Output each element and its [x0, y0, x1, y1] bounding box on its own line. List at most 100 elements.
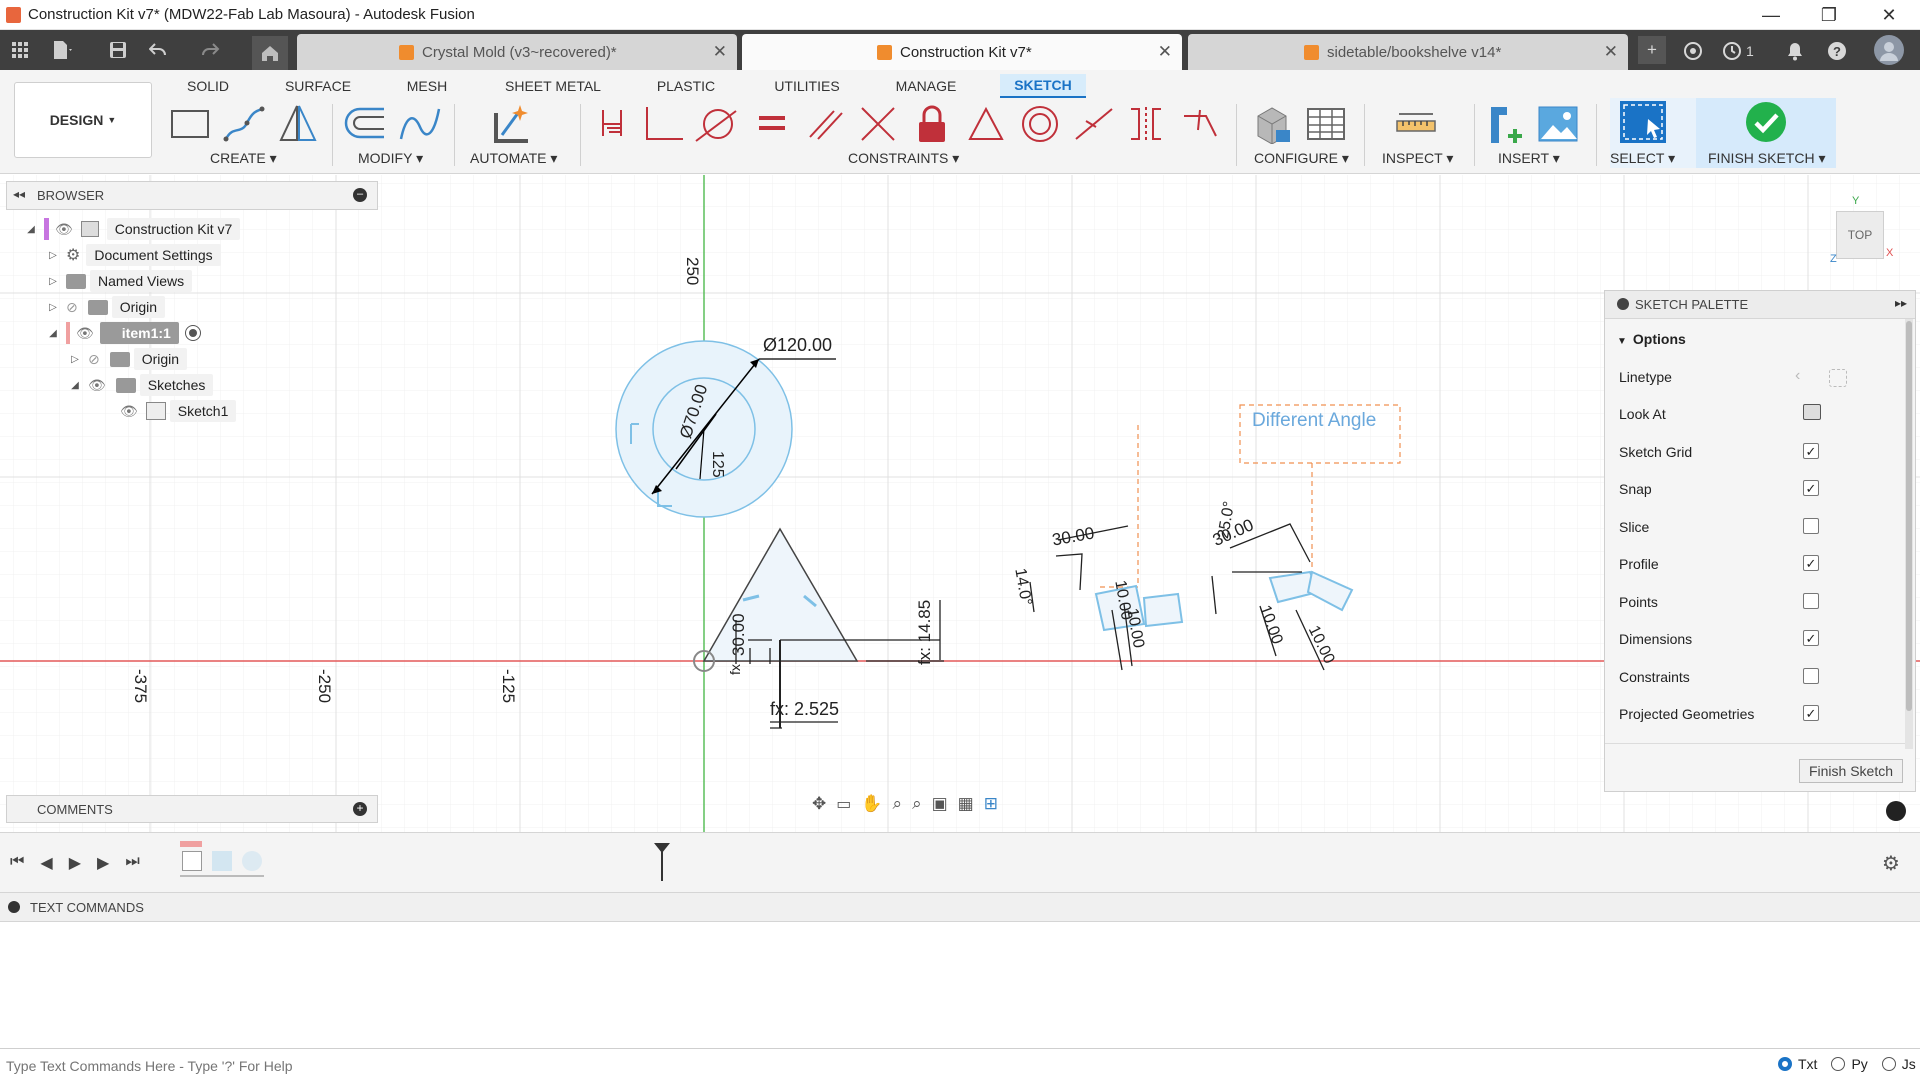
- concentric-icon[interactable]: [1018, 102, 1062, 146]
- tree-item-named-views[interactable]: ▷ Named Views: [24, 268, 364, 294]
- finish-sketch-menu[interactable]: FINISH SKETCH ▾: [1708, 150, 1826, 167]
- construction-linetype-icon[interactable]: ‹: [1795, 367, 1800, 385]
- curvature-icon[interactable]: [1178, 102, 1222, 146]
- user-avatar[interactable]: [1874, 35, 1904, 65]
- rectangle-icon[interactable]: [168, 102, 212, 146]
- py-mode-radio[interactable]: [1831, 1057, 1846, 1071]
- tab-plastic[interactable]: PLASTIC: [652, 74, 720, 98]
- expand-arrow-icon[interactable]: ◢: [24, 224, 38, 235]
- parallel-icon[interactable]: [804, 102, 848, 146]
- extensions-icon[interactable]: [1680, 38, 1706, 64]
- go-to-end-icon[interactable]: ⏭: [125, 853, 139, 873]
- step-back-icon[interactable]: ◀: [40, 853, 52, 873]
- points-checkbox[interactable]: [1803, 593, 1819, 609]
- expand-arrow-icon[interactable]: ◢: [68, 380, 82, 391]
- tab-sketch[interactable]: SKETCH: [1000, 74, 1086, 98]
- tab-surface[interactable]: SURFACE: [276, 74, 360, 98]
- tree-item-origin[interactable]: ▷ ⊘ Origin: [24, 294, 364, 320]
- insert-derive-icon[interactable]: [1484, 102, 1528, 146]
- add-comment-icon[interactable]: +: [353, 802, 367, 816]
- centerline-linetype-icon[interactable]: [1829, 369, 1847, 387]
- look-at-icon[interactable]: ▭: [836, 794, 851, 814]
- tangent-icon[interactable]: [694, 102, 738, 146]
- notifications-bell-icon[interactable]: [1782, 38, 1808, 64]
- go-to-start-icon[interactable]: ⏮: [10, 853, 24, 873]
- palette-expand-icon[interactable]: ▸▸: [1895, 296, 1907, 310]
- comments-panel-header[interactable]: COMMENTS +: [6, 795, 378, 823]
- close-tab-icon[interactable]: ✕: [713, 42, 727, 62]
- dim-fx-label[interactable]: fx: [727, 664, 743, 675]
- zoom-window-icon[interactable]: ⌕: [912, 794, 922, 814]
- close-tab-icon[interactable]: ✕: [1604, 42, 1618, 62]
- new-tab-plus-icon[interactable]: +: [1638, 36, 1666, 64]
- tree-item-root[interactable]: ◢ 👁 Construction Kit v7: [24, 216, 364, 242]
- pan-hand-icon[interactable]: ✋: [861, 794, 882, 814]
- expand-arrow-icon[interactable]: ▷: [46, 250, 60, 261]
- maximize-button[interactable]: ❐: [1800, 0, 1858, 30]
- dim-diameter-120[interactable]: Ø120.00: [763, 335, 832, 356]
- tab-utilities[interactable]: UTILITIES: [766, 74, 848, 98]
- visibility-eye-icon[interactable]: 👁: [88, 377, 106, 394]
- js-mode-radio[interactable]: [1881, 1057, 1896, 1071]
- snap-checkbox[interactable]: ✓: [1803, 480, 1819, 496]
- grid-settings-icon[interactable]: ▦: [958, 794, 974, 814]
- offset-icon[interactable]: [344, 102, 388, 146]
- hidden-eye-icon[interactable]: ⊘: [88, 351, 100, 368]
- display-settings-icon[interactable]: ▣: [932, 794, 948, 814]
- sketch-grid-checkbox[interactable]: ✓: [1803, 443, 1819, 459]
- redo-icon[interactable]: [196, 36, 224, 64]
- viewports-icon[interactable]: ⊞: [984, 794, 998, 814]
- text-commands-header[interactable]: TEXT COMMANDS: [0, 892, 1920, 922]
- dim-125[interactable]: 125: [708, 451, 726, 478]
- measure-icon[interactable]: [1394, 102, 1438, 146]
- dimension-icon[interactable]: [590, 102, 634, 146]
- expand-arrow-icon[interactable]: ▷: [46, 276, 60, 287]
- visibility-eye-icon[interactable]: 👁: [55, 221, 73, 238]
- look-at-calendar-icon[interactable]: [1803, 404, 1821, 420]
- save-icon[interactable]: [104, 36, 132, 64]
- expand-arrow-icon[interactable]: ◢: [46, 328, 60, 339]
- tree-item-component-origin[interactable]: ▷ ⊘ Origin: [24, 346, 364, 372]
- dim-fx-14-85[interactable]: fx: 14.85: [915, 600, 935, 665]
- palette-header[interactable]: SKETCH PALETTE ▸▸: [1605, 291, 1915, 319]
- insert-canvas-image-icon[interactable]: [1536, 102, 1580, 146]
- tab-mesh[interactable]: MESH: [400, 74, 454, 98]
- configure-menu[interactable]: CONFIGURE ▾: [1254, 150, 1349, 167]
- tab-solid[interactable]: SOLID: [178, 74, 238, 98]
- step-forward-icon[interactable]: ▶: [97, 853, 109, 873]
- txt-mode-radio[interactable]: [1778, 1057, 1792, 1071]
- zoom-icon[interactable]: ⌕: [893, 794, 903, 814]
- home-icon[interactable]: [252, 36, 288, 70]
- undo-icon[interactable]: [146, 36, 174, 64]
- browser-pin-icon[interactable]: –: [353, 188, 367, 202]
- status-indicator-icon[interactable]: [1886, 801, 1906, 821]
- dim-triangle-30[interactable]: 30.00: [729, 613, 749, 656]
- palette-collapse-icon[interactable]: [1617, 298, 1629, 310]
- symmetry-icon[interactable]: [1124, 102, 1168, 146]
- job-status-icon[interactable]: 1: [1722, 38, 1772, 64]
- tree-item-sketch1[interactable]: 👁 Sketch1: [24, 398, 364, 424]
- coincident-icon[interactable]: [642, 102, 686, 146]
- tree-item-document-settings[interactable]: ▷ ⚙ Document Settings: [24, 242, 364, 268]
- tab-sidetable[interactable]: sidetable/bookshelve v14* ✕: [1188, 34, 1628, 70]
- configure-table-icon[interactable]: [1250, 102, 1294, 146]
- timeline-settings-gear-icon[interactable]: ⚙: [1882, 851, 1900, 876]
- finish-sketch-check-icon[interactable]: [1744, 100, 1788, 144]
- viewcube[interactable]: TOP: [1836, 211, 1884, 259]
- options-section[interactable]: ▼ Options: [1617, 331, 1686, 347]
- modify-menu[interactable]: MODIFY ▾: [358, 150, 423, 167]
- equal-icon[interactable]: [750, 102, 794, 146]
- orbit-icon[interactable]: ✥: [812, 794, 826, 814]
- constraints-menu[interactable]: CONSTRAINTS ▾: [848, 150, 959, 167]
- tab-manage[interactable]: MANAGE: [892, 74, 960, 98]
- horizontal-vertical-icon[interactable]: [964, 102, 1008, 146]
- tree-item-sketches[interactable]: ◢ 👁 Sketches: [24, 372, 364, 398]
- slice-checkbox[interactable]: [1803, 518, 1819, 534]
- timeline-feature-icon[interactable]: [242, 851, 262, 871]
- close-window-button[interactable]: ✕: [1860, 0, 1918, 30]
- midpoint-icon[interactable]: [1072, 102, 1116, 146]
- minimize-button[interactable]: —: [1742, 0, 1800, 30]
- expand-arrow-icon[interactable]: ▷: [46, 302, 60, 313]
- app-grid-icon[interactable]: [6, 36, 34, 64]
- automate-menu[interactable]: AUTOMATE ▾: [470, 150, 557, 167]
